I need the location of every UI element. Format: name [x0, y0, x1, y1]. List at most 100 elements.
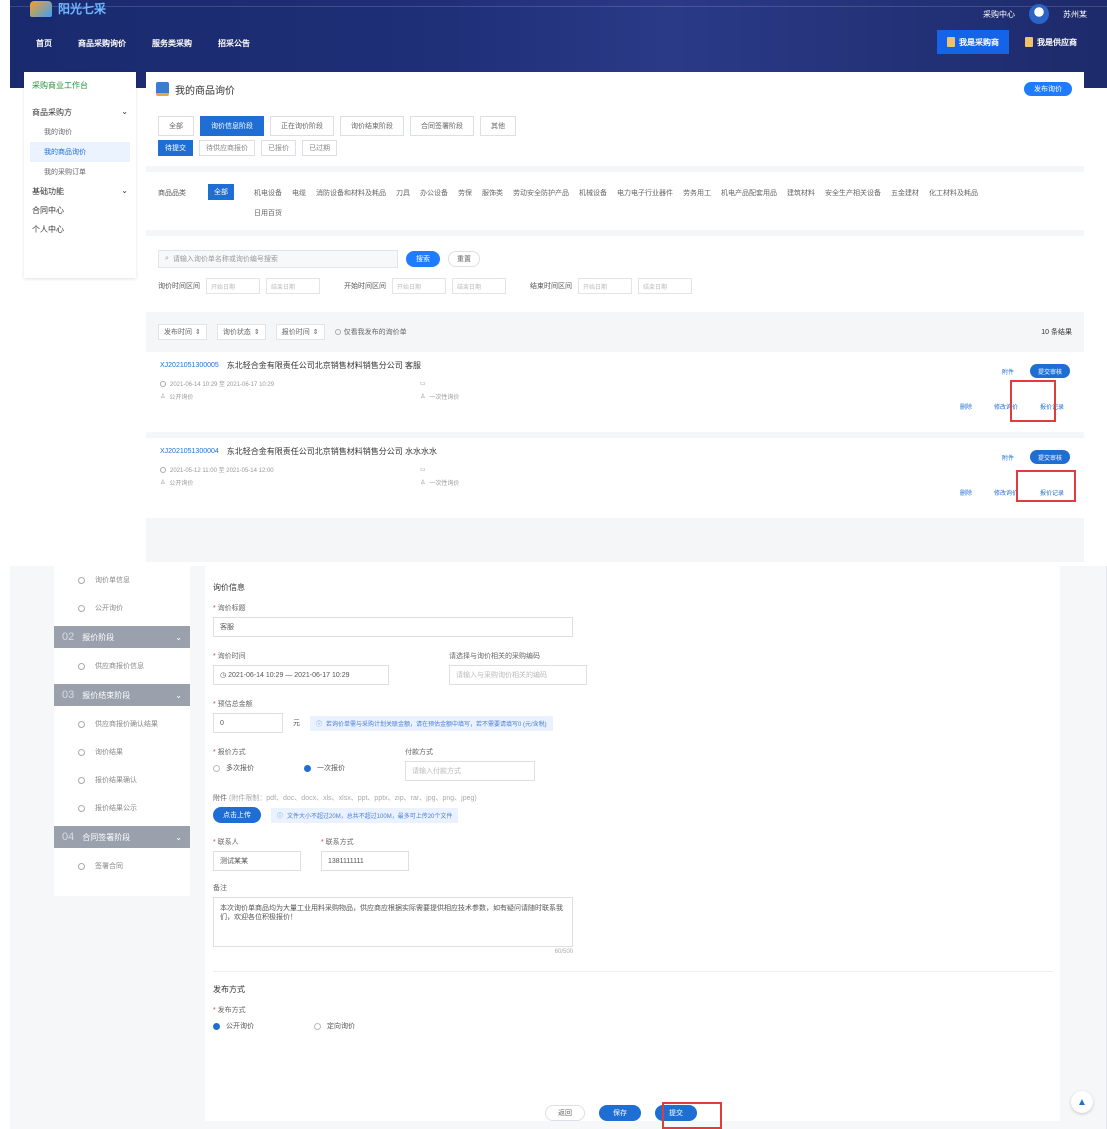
back-button[interactable]: 返回 — [545, 1105, 585, 1121]
list-item[interactable]: XJ2021051300004 东北轻合金有限责任公司北京销售材料销售分公司 水水… — [146, 438, 1084, 518]
role-supplier-button[interactable]: 我是供应商 — [1015, 30, 1087, 54]
save-button[interactable]: 保存 — [599, 1105, 641, 1121]
inquiry-id[interactable]: XJ2021051300005 — [160, 362, 219, 369]
category-item[interactable]: 机械设备 — [579, 184, 607, 198]
top-username[interactable]: 苏州某 — [1063, 9, 1087, 20]
category-item[interactable]: 劳保 — [458, 184, 472, 198]
submit-review-button[interactable]: 提交审核 — [1029, 450, 1070, 464]
category-item[interactable]: 电缆 — [292, 184, 306, 198]
step-sub-item[interactable]: 报价结果公示 — [54, 794, 190, 822]
site-logo[interactable]: 阳光七采 — [30, 0, 106, 17]
scroll-top-button[interactable]: ▲ — [1071, 1091, 1093, 1113]
category-item[interactable]: 办公设备 — [420, 184, 448, 198]
step-sub-item[interactable]: 公开询价 — [54, 594, 190, 622]
sidebar-item-my-inquiry[interactable]: 我的询价 — [30, 122, 130, 142]
date-start-input[interactable]: 开始日期 — [392, 278, 446, 294]
date-start-input[interactable]: 开始日期 — [578, 278, 632, 294]
tab-all[interactable]: 全部 — [158, 116, 194, 136]
list-item[interactable]: XJ2021051300005 东北轻合金有限责任公司北京销售材料销售分公司 客服… — [146, 352, 1084, 432]
sort-publish-time[interactable]: 发布时间 ⇕ — [158, 324, 207, 340]
category-item[interactable]: 机电产品配套用品 — [721, 184, 777, 198]
inquiry-title[interactable]: 东北轻合金有限责任公司北京销售材料销售分公司 客服 — [227, 360, 421, 371]
date-end-input[interactable]: 结束日期 — [452, 278, 506, 294]
role-buyer-button[interactable]: 我是采购商 — [937, 30, 1009, 54]
step-sub-item[interactable]: 供应商报价信息 — [54, 652, 190, 680]
attachment-link[interactable]: 附件 — [1002, 453, 1014, 462]
only-mine-checkbox[interactable]: 仅看我发布的询价单 — [334, 327, 407, 337]
sort-quote-time[interactable]: 报价时间 ⇕ — [275, 324, 325, 340]
contact-input[interactable]: 测试某某 — [213, 851, 301, 871]
date-start-input[interactable]: 开始日期 — [206, 278, 260, 294]
sidebar-item-purchaser[interactable]: 商品采购方 ⌄ — [30, 103, 130, 122]
time-range-input[interactable]: ◷ 2021-06-14 10:29 — 2021-06-17 10:29 — [213, 665, 389, 685]
reset-button[interactable]: 重置 — [448, 251, 480, 267]
publish-directed-radio[interactable]: 定向询价 — [314, 1021, 355, 1031]
date-end-input[interactable]: 结束日期 — [266, 278, 320, 294]
nav-notice[interactable]: 招采公告 — [218, 38, 250, 49]
tab-finished[interactable]: 询价结束阶段 — [340, 116, 404, 136]
create-inquiry-button[interactable]: 发布询价 — [1024, 82, 1072, 96]
sidebar-title[interactable]: 采购商业工作台 — [30, 80, 130, 91]
sidebar-item-basic[interactable]: 基础功能 ⌄ — [30, 182, 130, 201]
category-item[interactable]: 消防设备和材料及耗品 — [316, 184, 386, 198]
category-item[interactable]: 建筑材料 — [787, 184, 815, 198]
category-all-button[interactable]: 全部 — [208, 184, 234, 200]
amount-input[interactable]: 0 — [213, 713, 283, 733]
pay-method-input[interactable]: 请输入付款方式 — [405, 761, 535, 781]
delete-link[interactable]: 删除 — [960, 402, 972, 411]
phone-input[interactable]: 1381111111 — [321, 851, 409, 871]
title-input[interactable]: 客服 — [213, 617, 573, 637]
step-group-end[interactable]: 03 报价结束阶段 ⌄ — [54, 684, 190, 706]
nav-home[interactable]: 首页 — [36, 38, 52, 49]
sidebar-item-my-orders[interactable]: 我的采购订单 — [30, 162, 130, 182]
nav-service[interactable]: 服务类采购 — [152, 38, 192, 49]
category-item[interactable]: 机电设备 — [254, 184, 282, 198]
quote-once-radio[interactable]: 一次报价 — [304, 763, 345, 773]
edit-inquiry-link[interactable]: 修改询价 — [994, 488, 1018, 497]
search-button[interactable]: 搜索 — [406, 251, 440, 267]
category-item[interactable]: 化工材料及耗品 — [929, 184, 978, 198]
category-item[interactable]: 电力电子行业器件 — [617, 184, 673, 198]
tab-info[interactable]: 询价信息阶段 — [200, 116, 264, 136]
subtab-quoted[interactable]: 已报价 — [261, 140, 296, 156]
category-item[interactable]: 劳动安全防护产品 — [513, 184, 569, 198]
sort-status[interactable]: 询价状态 ⇕ — [216, 324, 266, 340]
subtab-waiting-quote[interactable]: 待供应商报价 — [199, 140, 255, 156]
category-item[interactable]: 劳务用工 — [683, 184, 711, 198]
step-sub-item[interactable]: 询价结果 — [54, 738, 190, 766]
step-sub-item[interactable]: 供应商报价确认结果 — [54, 710, 190, 738]
inquiry-id[interactable]: XJ2021051300004 — [160, 448, 219, 455]
related-code-input[interactable]: 请输入与采购询价相关的编码 — [449, 665, 587, 685]
step-group-quote[interactable]: 02 报价阶段 ⌄ — [54, 626, 190, 648]
category-item[interactable]: 五金建材 — [891, 184, 919, 198]
step-sub-item[interactable]: 签署合同 — [54, 852, 190, 880]
subtab-pending[interactable]: 待提交 — [158, 140, 193, 156]
note-textarea[interactable]: 本次询价单商品均为大量工业用料采购物品，供应商应根据实际需要提供相应技术参数，如… — [213, 897, 573, 947]
upload-button[interactable]: 点击上传 — [213, 807, 261, 823]
inquiry-title[interactable]: 东北轻合金有限责任公司北京销售材料销售分公司 水水水水 — [227, 446, 437, 457]
delete-link[interactable]: 删除 — [960, 488, 972, 497]
subtab-expired[interactable]: 已过期 — [302, 140, 337, 156]
sidebar-item-contract[interactable]: 合同中心 — [30, 201, 130, 220]
publish-public-radio[interactable]: 公开询价 — [213, 1021, 254, 1031]
step-sub-item[interactable]: 询价单信息 — [54, 566, 190, 594]
sidebar-item-my-goods-inquiry[interactable]: 我的商品询价 — [30, 142, 130, 162]
date-end-input[interactable]: 结束日期 — [638, 278, 692, 294]
tab-other[interactable]: 其他 — [480, 116, 516, 136]
attachment-link[interactable]: 附件 — [1002, 367, 1014, 376]
tab-inquiring[interactable]: 正在询价阶段 — [270, 116, 334, 136]
category-item[interactable]: 安全生产相关设备 — [825, 184, 881, 198]
category-item[interactable]: 刀具 — [396, 184, 410, 198]
search-input[interactable]: ⌕ 请输入询价单名称或询价编号搜索 — [158, 250, 398, 268]
nav-goods-inquiry[interactable]: 商品采购询价 — [78, 38, 126, 49]
avatar[interactable] — [1029, 4, 1049, 24]
sidebar-item-personal[interactable]: 个人中心 — [30, 220, 130, 239]
step-sub-item[interactable]: 报价结果确认 — [54, 766, 190, 794]
submit-review-button[interactable]: 提交审核 — [1029, 364, 1070, 378]
category-item[interactable]: 服饰类 — [482, 184, 503, 198]
top-link-center[interactable]: 采购中心 — [983, 9, 1015, 20]
category-item[interactable]: 日用百货 — [254, 204, 282, 218]
step-group-contract[interactable]: 04 合同签署阶段 ⌄ — [54, 826, 190, 848]
tab-contract[interactable]: 合同签署阶段 — [410, 116, 474, 136]
quote-multi-radio[interactable]: 多次报价 — [213, 763, 254, 773]
